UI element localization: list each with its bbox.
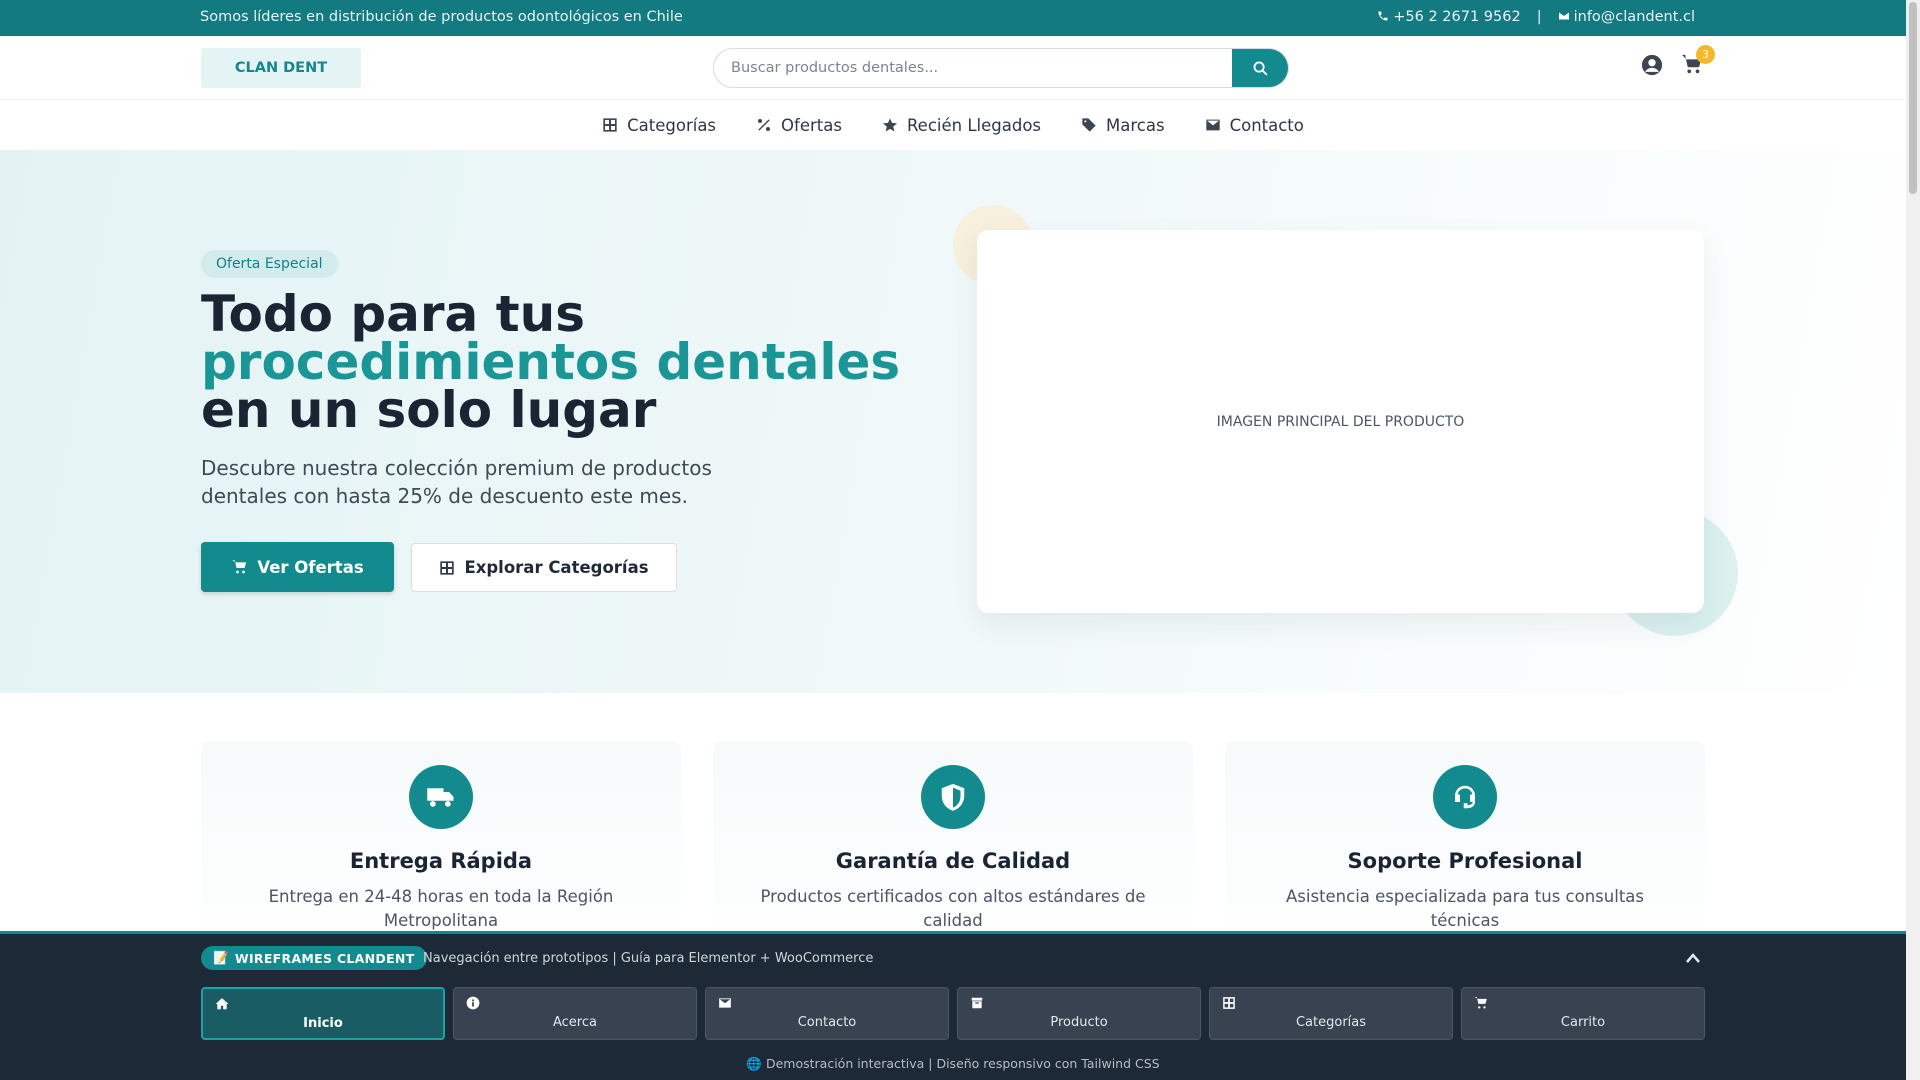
feature-text: Entrega en 24-48 horas en toda la Región…: [268, 887, 614, 930]
nav-label: Categorías: [627, 115, 717, 135]
email-link[interactable]: info@clandent.cl: [1558, 9, 1695, 25]
cart-count-badge: 3: [1696, 45, 1715, 64]
globe-icon: 🌐: [746, 1056, 762, 1071]
feature-card: Garantía de Calidad Productos certificad…: [713, 741, 1193, 961]
view-offers-button[interactable]: Ver Ofertas: [201, 542, 394, 592]
chevron-up-icon: [1686, 953, 1700, 963]
feature-text: Asistencia especializada para tus consul…: [1286, 887, 1644, 930]
headset-icon: [1455, 785, 1475, 809]
feature-icon-wrap: [921, 765, 985, 829]
image-placeholder-label: IMAGEN PRINCIPAL DEL PRODUCTO: [1216, 413, 1465, 430]
hero-description: Descubre nuestra colección premium de pr…: [201, 456, 712, 508]
scrollbar-thumb[interactable]: [1909, 2, 1917, 194]
nav-label: Recién Llegados: [906, 115, 1042, 135]
logo[interactable]: CLAN DENT: [201, 48, 361, 88]
search-icon: [1253, 61, 1268, 76]
info-icon: [466, 996, 480, 1010]
hero-title: Todo para tus procedimientos dentales en…: [201, 285, 901, 439]
feature-card: Entrega Rápida Entrega en 24-48 horas en…: [201, 741, 681, 961]
prototype-label: Categorías: [1295, 1015, 1367, 1030]
phone-number: +56 2 2671 9562: [1393, 9, 1521, 25]
user-circle-icon: [1641, 54, 1663, 76]
panel-footer: 🌐 Demostración interactiva | Diseño resp…: [0, 1056, 1906, 1072]
tag-icon: [1082, 118, 1096, 132]
envelope-icon: [718, 996, 732, 1010]
hero-section: Oferta Especial Todo para tus procedimie…: [0, 150, 1906, 693]
prototype-inicio-button[interactable]: Inicio: [201, 987, 445, 1040]
feature-icon-wrap: [409, 765, 473, 829]
nav-item-contacto[interactable]: Contacto: [1205, 116, 1304, 135]
prototype-producto-button[interactable]: Producto: [957, 987, 1201, 1040]
panel-footer-text: Demostración interactiva | Diseño respon…: [765, 1056, 1160, 1071]
feature-card: Soporte Profesional Asistencia especiali…: [1225, 741, 1705, 961]
wireframe-panel: 📝 WIREFRAMES CLANDENT Navegación entre p…: [0, 931, 1906, 1080]
panel-subtitle: Navegación entre prototipos | Guía para …: [423, 951, 874, 966]
hero-title-accent: procedimientos dentales: [201, 333, 901, 391]
feature-icon-wrap: [1433, 765, 1497, 829]
feature-title: Garantía de Calidad: [835, 849, 1071, 873]
nav-label: Contacto: [1229, 115, 1304, 135]
email-address: info@clandent.cl: [1573, 9, 1695, 25]
shield-icon: [941, 783, 965, 811]
main-nav: Categorías Ofertas Recién Llegados Marca…: [0, 100, 1906, 150]
prototype-label: Acerca: [553, 1015, 597, 1030]
box-icon: [970, 996, 984, 1010]
prototype-acerca-button[interactable]: Acerca: [453, 987, 697, 1040]
wireframe-tag: 📝 WIREFRAMES CLANDENT: [201, 946, 427, 970]
prototype-label: Inicio: [303, 1016, 343, 1031]
truck-icon: [427, 788, 454, 807]
hero-title-line3: en un solo lugar: [201, 381, 657, 439]
account-button[interactable]: [1641, 54, 1663, 76]
phone-icon: [1378, 11, 1388, 21]
special-offer-pill: Oferta Especial: [201, 250, 338, 278]
cart-icon: [1474, 996, 1488, 1010]
home-icon: [215, 997, 229, 1011]
nav-item-categorias[interactable]: Categorías: [602, 116, 716, 135]
prototype-buttons: Inicio Acerca Contacto Producto Categorí…: [201, 987, 1705, 1040]
hero-title-line1: Todo para tus: [201, 285, 585, 343]
prototype-categorias-button[interactable]: Categorías: [1209, 987, 1453, 1040]
page-scrollbar[interactable]: [1906, 0, 1920, 1080]
envelope-icon: [1205, 119, 1220, 131]
view-offers-label: Ver Ofertas: [257, 557, 364, 577]
nav-item-marcas[interactable]: Marcas: [1081, 116, 1165, 135]
explore-categories-button[interactable]: Explorar Categorías: [411, 543, 677, 592]
feature-title: Entrega Rápida: [349, 849, 533, 873]
wireframe-tag-label: WIREFRAMES CLANDENT: [234, 950, 415, 966]
feature-text: Productos certificados con altos estánda…: [760, 887, 1146, 930]
grid-icon: [603, 118, 617, 132]
prototype-label: Carrito: [1560, 1015, 1606, 1030]
separator: |: [1536, 9, 1542, 25]
search-bar: [713, 48, 1289, 88]
hero-image-placeholder: IMAGEN PRINCIPAL DEL PRODUCTO: [977, 230, 1704, 613]
contact-info: +56 2 2671 9562 | info@clandent.cl: [1377, 9, 1695, 25]
memo-icon: 📝: [213, 950, 229, 965]
features-section: Entrega Rápida Entrega en 24-48 horas en…: [0, 693, 1906, 961]
site-header: CLAN DENT 3: [0, 36, 1906, 100]
grid-icon: [440, 560, 455, 575]
cart-icon: [232, 560, 247, 574]
top-bar: Somos líderes en distribución de product…: [0, 0, 1906, 36]
nav-label: Ofertas: [781, 115, 842, 135]
percent-icon: [758, 119, 771, 131]
prototype-label: Producto: [1050, 1015, 1108, 1030]
nav-item-ofertas[interactable]: Ofertas: [756, 116, 842, 135]
envelope-icon: [1558, 12, 1569, 20]
phone-link[interactable]: +56 2 2671 9562: [1377, 9, 1521, 25]
prototype-contacto-button[interactable]: Contacto: [705, 987, 949, 1040]
cart-button[interactable]: 3: [1680, 45, 1715, 77]
prototype-carrito-button[interactable]: Carrito: [1461, 987, 1705, 1040]
feature-title: Soporte Profesional: [1347, 849, 1583, 873]
prototype-label: Contacto: [797, 1015, 857, 1030]
nav-item-recien-llegados[interactable]: Recién Llegados: [882, 116, 1041, 135]
explore-categories-label: Explorar Categorías: [464, 558, 649, 577]
search-input[interactable]: [714, 49, 1214, 87]
star-icon: [882, 118, 897, 132]
search-button[interactable]: [1232, 49, 1288, 87]
tagline: Somos líderes en distribución de product…: [200, 9, 683, 25]
collapse-panel-button[interactable]: [1685, 949, 1701, 963]
grid-icon: [1222, 996, 1236, 1010]
nav-label: Marcas: [1106, 115, 1165, 135]
